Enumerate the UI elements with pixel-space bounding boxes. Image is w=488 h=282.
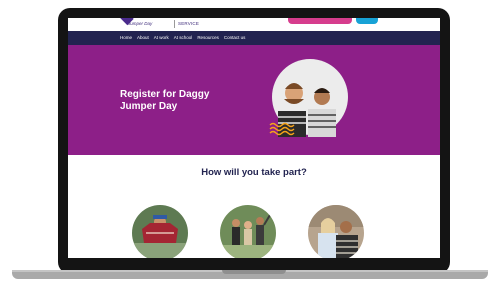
- laptop-notch: [222, 270, 286, 274]
- nav-item-at-work[interactable]: At work: [154, 35, 169, 41]
- option-card-friends[interactable]: [308, 205, 364, 258]
- group-photo-icon: [220, 205, 276, 258]
- option-card-workplace[interactable]: [220, 205, 276, 258]
- section-title: How will you take part?: [201, 167, 307, 178]
- hero-banner: Register for Daggy Jumper Day: [68, 45, 440, 155]
- nav-item-contact-us[interactable]: Contact us: [224, 35, 246, 41]
- hero-title: Register for Daggy Jumper Day: [120, 89, 210, 112]
- nav-item-about[interactable]: About: [137, 35, 149, 41]
- logo-sub-text: SERVICE: [178, 21, 200, 26]
- nav-item-resources[interactable]: Resources: [197, 35, 219, 41]
- site-header: Jumper Day SERVICE: [68, 18, 440, 31]
- register-button[interactable]: [288, 18, 352, 24]
- participation-section: How will you take part?: [68, 155, 440, 258]
- logo-divider: [174, 20, 175, 28]
- nav-item-home[interactable]: Home: [120, 35, 132, 41]
- person-photo-icon: [132, 205, 188, 258]
- main-nav: Home About At work At school Resources C…: [68, 31, 440, 45]
- option-card-individual[interactable]: [132, 205, 188, 258]
- laptop-screen: Jumper Day SERVICE Home About At work At…: [68, 18, 440, 258]
- friends-photo-icon: [308, 205, 364, 258]
- nav-item-at-school[interactable]: At school: [174, 35, 193, 41]
- hero-photo-two-men-icon: [269, 59, 348, 137]
- donate-button[interactable]: [356, 18, 378, 24]
- logo-text[interactable]: Jumper Day: [128, 21, 152, 27]
